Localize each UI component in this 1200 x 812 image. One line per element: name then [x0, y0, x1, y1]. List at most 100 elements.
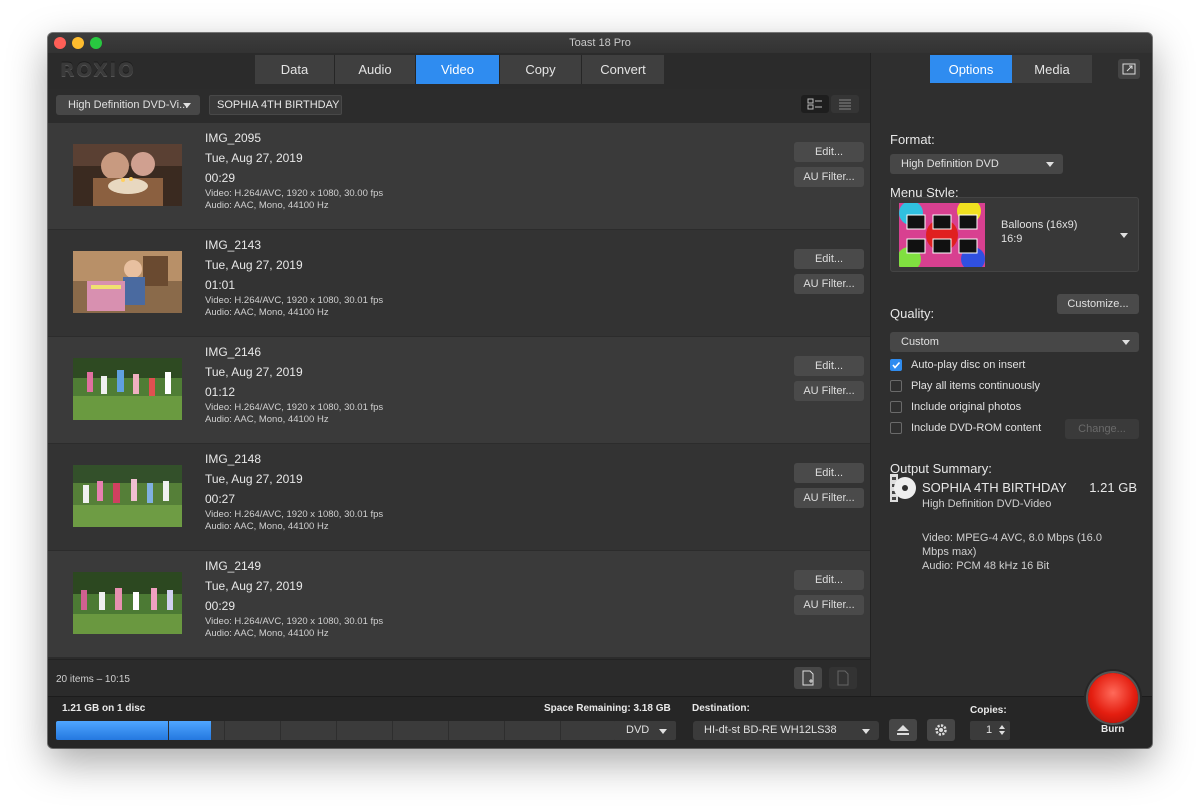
item-audio-info: Audio: AAC, Mono, 44100 Hz	[205, 521, 329, 532]
capacity-fill	[56, 721, 211, 740]
list-item[interactable]: IMG_2095 Tue, Aug 27, 2019 00:29 Video: …	[48, 123, 870, 230]
chevron-down-icon	[183, 103, 191, 108]
backyard-kids-thumbnail	[73, 572, 182, 634]
popout-button[interactable]	[1118, 59, 1140, 79]
settings-button[interactable]	[927, 719, 955, 741]
item-name: IMG_2149	[205, 559, 262, 573]
compact-view-button[interactable]	[831, 95, 859, 113]
item-date: Tue, Aug 27, 2019	[205, 258, 303, 272]
capacity-tick	[392, 721, 393, 740]
stepper-arrows-icon	[999, 725, 1005, 735]
destination-value: HI-dt-st BD-RE WH12LS38	[704, 724, 837, 736]
list-item[interactable]: IMG_2146 Tue, Aug 27, 2019 01:12 Video: …	[48, 337, 870, 444]
tab-media[interactable]: Media	[1012, 55, 1092, 83]
item-count: 20 items – 10:15	[56, 674, 130, 685]
capacity-tick	[448, 721, 449, 740]
chevron-down-icon	[862, 729, 870, 734]
capacity-tick	[280, 721, 281, 740]
tab-data[interactable]: Data	[255, 55, 335, 84]
edit-button[interactable]: Edit...	[794, 356, 864, 376]
include-photos-checkbox[interactable]	[890, 401, 902, 413]
include-dvd-rom-checkbox[interactable]	[890, 422, 902, 434]
gear-icon	[935, 724, 947, 736]
item-date: Tue, Aug 27, 2019	[205, 365, 303, 379]
tab-options[interactable]: Options	[930, 55, 1012, 83]
add-item-button[interactable]	[794, 667, 822, 689]
item-duration: 01:12	[205, 385, 236, 399]
item-video-info: Video: H.264/AVC, 1920 x 1080, 30.01 fps	[205, 509, 384, 520]
item-audio-info: Audio: AAC, Mono, 44100 Hz	[205, 414, 329, 425]
capacity-tick	[336, 721, 337, 740]
menu-style-name: Balloons (16x9)	[1001, 219, 1078, 231]
edit-button[interactable]: Edit...	[794, 570, 864, 590]
menu-style-select[interactable]: Balloons (16x9) 16:9	[890, 197, 1139, 272]
disc-usage-text: 1.21 GB on 1 disc	[62, 703, 146, 714]
au-filter-button[interactable]: AU Filter...	[794, 167, 864, 187]
au-filter-button[interactable]: AU Filter...	[794, 381, 864, 401]
edit-button[interactable]: Edit...	[794, 142, 864, 162]
tab-label: Data	[280, 62, 309, 77]
tab-video[interactable]: Video	[416, 55, 500, 84]
video-thumbnail	[73, 358, 182, 420]
tab-audio[interactable]: Audio	[335, 55, 416, 84]
checkmark-icon	[892, 361, 901, 369]
item-name: IMG_2148	[205, 452, 262, 466]
list-item[interactable]: IMG_2148 Tue, Aug 27, 2019 00:27 Video: …	[48, 444, 870, 551]
tab-copy[interactable]: Copy	[500, 55, 582, 84]
options-panel: Options Media Format: High Definition DV…	[870, 53, 1152, 696]
tab-label: Convert	[600, 62, 646, 77]
copies-stepper[interactable]: 1	[970, 721, 1010, 740]
summary-title: SOPHIA 4TH BIRTHDAY	[922, 480, 1067, 495]
side-tabs: Options Media	[930, 55, 1092, 83]
capacity-bar	[56, 721, 616, 740]
project-name-field[interactable]: SOPHIA 4TH BIRTHDAY	[209, 95, 342, 115]
close-window-button[interactable]	[54, 37, 66, 49]
capacity-tick	[168, 721, 169, 740]
disc-type-select[interactable]: DVD	[615, 721, 676, 740]
item-duration: 00:27	[205, 492, 236, 506]
eject-button[interactable]	[889, 719, 917, 741]
detail-view-button[interactable]	[801, 95, 829, 113]
au-filter-button[interactable]: AU Filter...	[794, 274, 864, 294]
au-filter-button[interactable]: AU Filter...	[794, 595, 864, 615]
popout-icon	[1122, 63, 1136, 75]
item-date: Tue, Aug 27, 2019	[205, 579, 303, 593]
disc-format-select[interactable]: High Definition DVD-Vi...	[56, 95, 200, 115]
eject-icon	[897, 725, 909, 735]
summary-format: High Definition DVD-Video	[922, 498, 1052, 510]
remove-item-button[interactable]	[829, 667, 857, 689]
item-name: IMG_2095	[205, 131, 262, 145]
add-file-icon	[802, 670, 814, 686]
destination-select[interactable]: HI-dt-st BD-RE WH12LS38	[693, 721, 879, 740]
backyard-kids-thumbnail	[73, 358, 182, 420]
include-dvd-rom-label: Include DVD-ROM content	[911, 422, 1042, 434]
customize-button[interactable]: Customize...	[1057, 294, 1139, 314]
item-date: Tue, Aug 27, 2019	[205, 151, 303, 165]
list-item[interactable]: IMG_2149 Tue, Aug 27, 2019 00:29 Video: …	[48, 551, 870, 658]
birthday-cake-thumbnail	[73, 144, 182, 206]
au-filter-button[interactable]: AU Filter...	[794, 488, 864, 508]
change-button[interactable]: Change...	[1065, 419, 1139, 439]
tab-convert[interactable]: Convert	[582, 55, 664, 84]
list-item[interactable]: IMG_2143 Tue, Aug 27, 2019 01:01 Video: …	[48, 230, 870, 337]
quality-value: Custom	[901, 336, 939, 348]
capacity-tick	[224, 721, 225, 740]
minimize-window-button[interactable]	[72, 37, 84, 49]
project-row: High Definition DVD-Vi... SOPHIA 4TH BIR…	[48, 89, 870, 123]
chevron-down-icon	[1122, 340, 1130, 345]
item-name: IMG_2146	[205, 345, 262, 359]
edit-button[interactable]: Edit...	[794, 463, 864, 483]
quality-select[interactable]: Custom	[890, 332, 1139, 352]
zoom-window-button[interactable]	[90, 37, 102, 49]
edit-button[interactable]: Edit...	[794, 249, 864, 269]
main-tabs: Data Audio Video Copy Convert	[255, 55, 664, 84]
disc-format-value: High Definition DVD-Vi...	[68, 99, 189, 111]
capacity-tick	[560, 721, 561, 740]
include-photos-label: Include original photos	[911, 401, 1022, 413]
autoplay-checkbox[interactable]	[890, 359, 902, 371]
item-audio-info: Audio: AAC, Mono, 44100 Hz	[205, 628, 329, 639]
play-all-checkbox[interactable]	[890, 380, 902, 392]
list-footer: 20 items – 10:15	[48, 659, 870, 696]
burn-button[interactable]	[1084, 669, 1142, 727]
format-select[interactable]: High Definition DVD	[890, 154, 1063, 174]
